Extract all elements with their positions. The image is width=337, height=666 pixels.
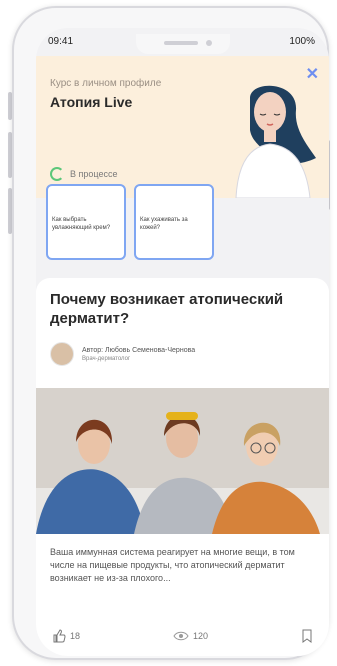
article-photo	[36, 388, 329, 534]
progress-label: В процессе	[70, 169, 118, 179]
story-card[interactable]: Как ухаживать за кожей?	[134, 184, 214, 260]
stories-row: Как выбрать увлажняющий крем? Как ухажив…	[46, 184, 329, 260]
author-role: Врач-дерматолог	[82, 355, 131, 362]
article-actions: 18 120	[36, 622, 329, 650]
bookmark-button[interactable]	[301, 629, 313, 643]
likes-count: 18	[70, 631, 81, 641]
speaker-grille	[164, 41, 198, 45]
author-name: Автор: Любовь Семенова-Чернова	[82, 346, 196, 354]
progress-row: В процессе	[50, 167, 117, 181]
battery-percent: 100%	[289, 36, 315, 47]
eye-icon	[173, 631, 189, 641]
front-camera	[206, 40, 212, 46]
author-avatar	[50, 342, 74, 366]
thumbs-up-icon	[53, 629, 66, 643]
illustration-woman	[235, 85, 316, 198]
story-text: Как выбрать увлажняющий крем?	[52, 217, 111, 231]
story-text: Как ухаживать за кожей?	[140, 217, 188, 231]
course-banner[interactable]: ✕ Курс в личном профиле Атопия Live В пр…	[36, 56, 329, 198]
progress-icon	[50, 167, 64, 181]
phone-notch	[136, 34, 230, 54]
banner-title: Атопия Live	[50, 94, 133, 110]
bookmark-icon	[302, 629, 312, 643]
article-card[interactable]: Почему возникает атопический дерматит? А…	[36, 278, 329, 656]
app-screen: 09:41 100% ✕ Курс в личном профиле Атопи…	[36, 28, 329, 656]
status-time: 09:41	[48, 36, 74, 47]
phone-frame: 09:41 100% ✕ Курс в личном профиле Атопи…	[12, 6, 329, 660]
banner-kicker: Курс в личном профиле	[50, 78, 162, 89]
story-card[interactable]: Как выбрать увлажняющий крем?	[46, 184, 126, 260]
author-row: Автор: Любовь Семенова-Чернова Врач-дерм…	[50, 342, 195, 366]
article-title: Почему возникает атопический дерматит?	[50, 291, 284, 327]
views-count: 120	[192, 631, 209, 641]
views-counter: 120	[173, 630, 208, 642]
like-button[interactable]: 18	[52, 629, 80, 643]
article-excerpt: Ваша иммунная система реагирует на многи…	[50, 547, 295, 583]
